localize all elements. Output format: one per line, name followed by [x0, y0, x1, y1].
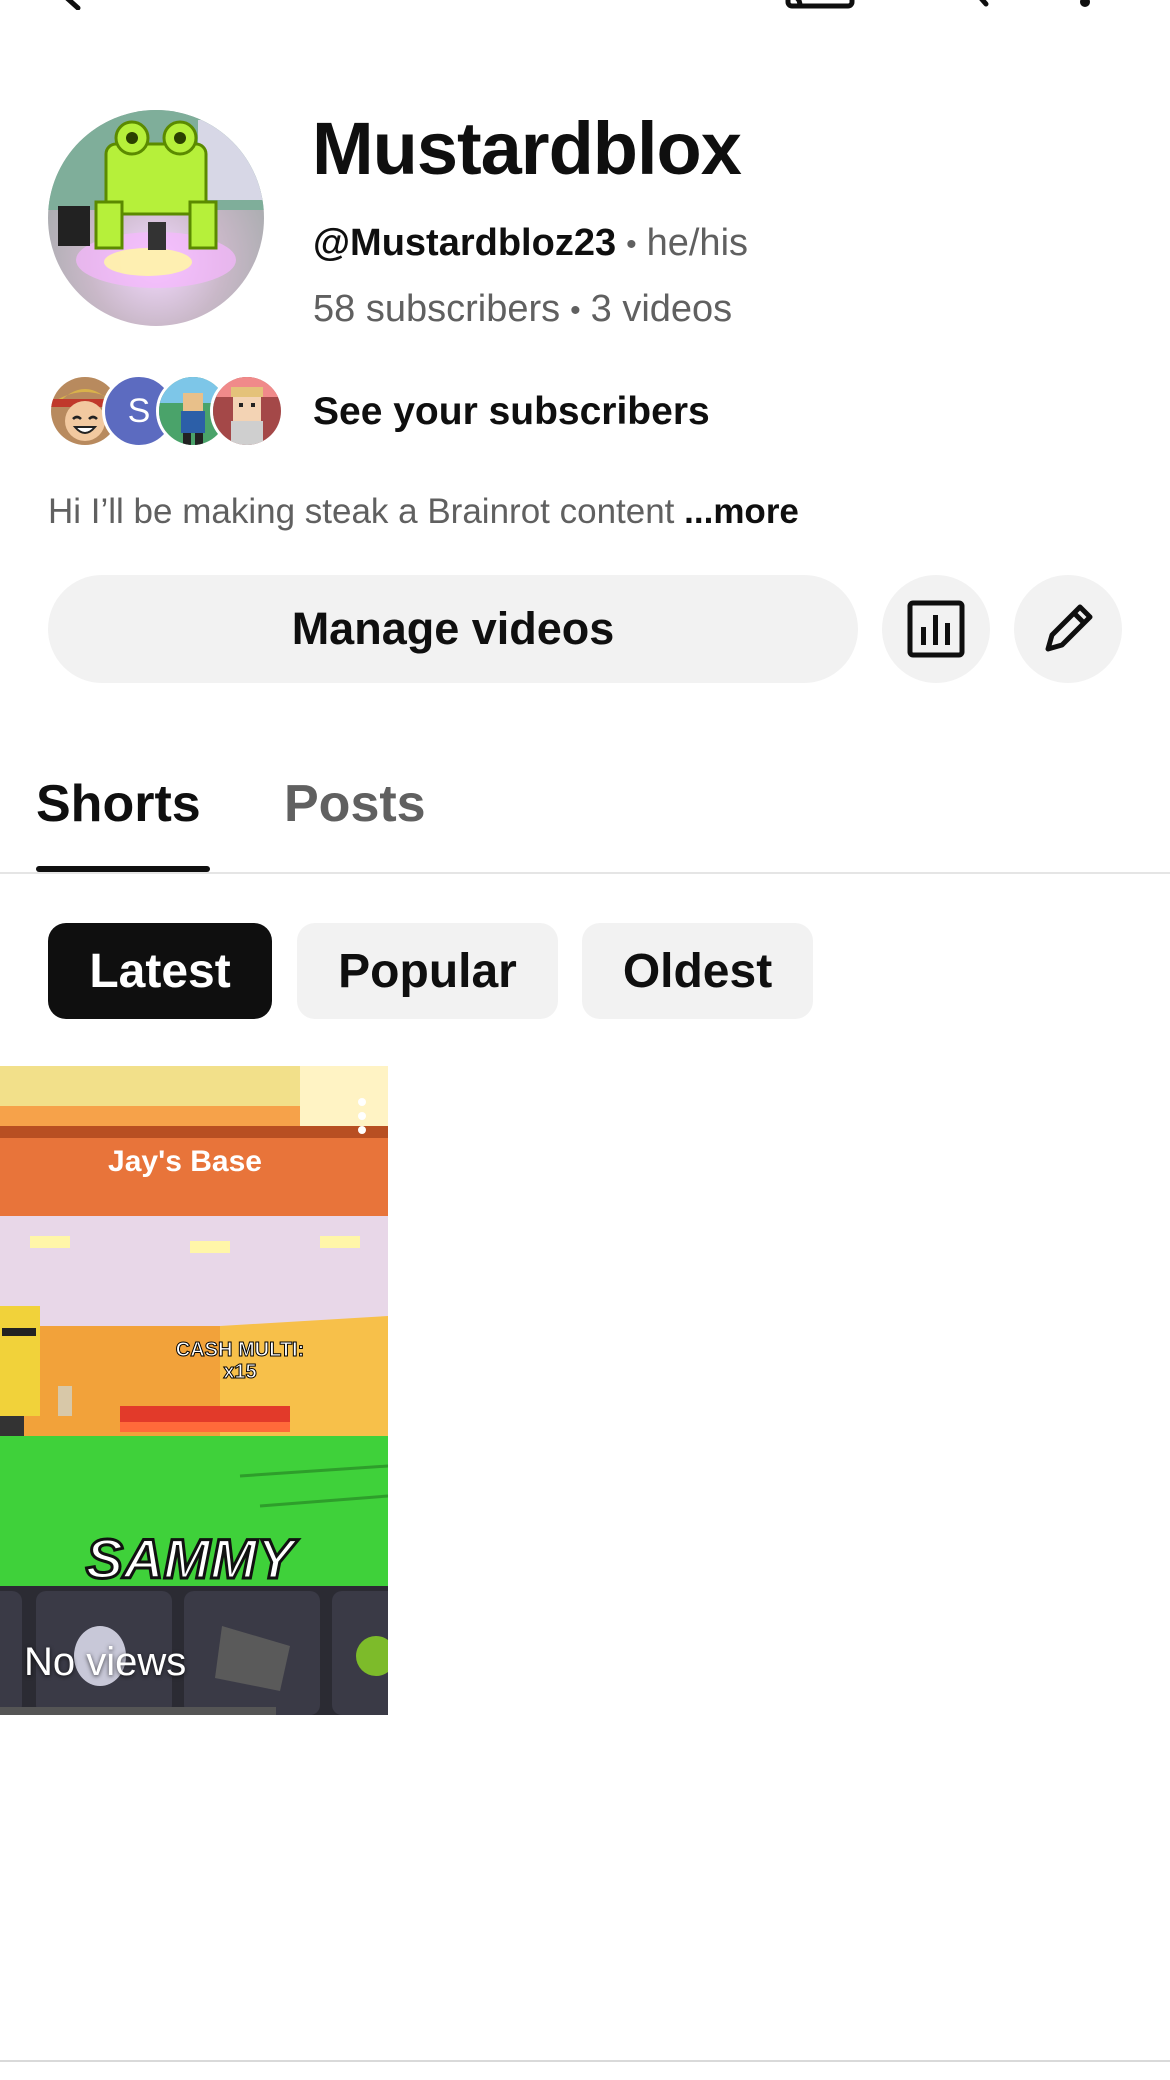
tab-shorts[interactable]: Shorts: [36, 774, 201, 834]
channel-avatar[interactable]: [48, 110, 264, 326]
channel-name: Mustardblox: [312, 107, 742, 190]
filter-chip-popular[interactable]: Popular: [297, 923, 558, 1019]
channel-stats: 58 subscribers • 3 videos: [313, 288, 732, 331]
tabs-divider: [0, 872, 1170, 874]
channel-handle: @Mustardbloz23: [313, 222, 617, 264]
search-icon[interactable]: [930, 0, 990, 10]
see-subscribers-row[interactable]: S See your subscribers: [48, 374, 1128, 450]
filter-chip-oldest[interactable]: Oldest: [582, 923, 813, 1019]
channel-page: Mustardblox @Mustardbloz23 • he/his 58 sub…: [0, 0, 1170, 2080]
thumb-multiplier: x15: [223, 1361, 256, 1383]
more-vertical-icon[interactable]: [1070, 0, 1100, 10]
thumb-sign-text: Jay's Base: [108, 1145, 262, 1178]
description-text: Hi I’ll be making steak a Brainrot conte…: [48, 492, 685, 531]
edit-pencil-icon: [1045, 604, 1093, 652]
channel-handle-row: @Mustardbloz23 • he/his: [313, 222, 748, 265]
separator-dot: •: [570, 293, 581, 327]
see-subscribers-label[interactable]: See your subscribers: [313, 390, 710, 434]
pronouns: he/his: [646, 222, 749, 264]
short-thumbnail[interactable]: Jay's Base CASH MULTI: x15 SAMMY No view…: [0, 1066, 388, 1715]
cast-icon[interactable]: [784, 0, 858, 10]
edit-channel-button[interactable]: [1014, 575, 1122, 683]
top-bar: [0, 0, 1170, 16]
back-arrow-icon[interactable]: [48, 0, 88, 10]
analytics-button[interactable]: [882, 575, 990, 683]
thumb-cash-multi: CASH MULTI:: [176, 1339, 305, 1361]
video-count: 3 videos: [590, 288, 733, 330]
thumb-sammy-text: SAMMY: [86, 1527, 299, 1590]
subscriber-count: 58 subscribers: [313, 288, 561, 330]
channel-tabs: Shorts Posts: [0, 760, 1170, 874]
more-link[interactable]: ...more: [684, 492, 799, 531]
separator-dot: •: [626, 227, 637, 261]
bottom-nav-divider: [0, 2060, 1170, 2062]
subscriber-avatar: [210, 374, 284, 448]
filter-chip-latest[interactable]: Latest: [48, 923, 272, 1019]
short-view-count: No views: [24, 1640, 187, 1684]
manage-videos-button[interactable]: Manage videos: [48, 575, 858, 683]
analytics-icon: [907, 600, 965, 658]
channel-description[interactable]: Hi I’ll be making steak a Brainrot conte…: [48, 492, 799, 532]
more-vertical-icon[interactable]: [356, 1096, 368, 1136]
tab-posts[interactable]: Posts: [284, 774, 426, 834]
